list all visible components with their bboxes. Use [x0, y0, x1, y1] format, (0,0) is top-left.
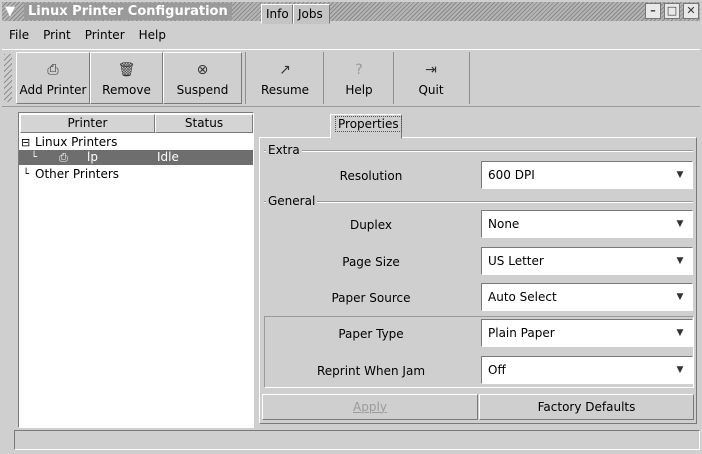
- tree-group-other-printers[interactable]: └ Other Printers: [19, 167, 253, 182]
- label-resolution: Resolution: [339, 169, 403, 183]
- group-label-extra: Extra: [266, 143, 302, 157]
- toolbar-separator: [245, 52, 246, 104]
- toolbar: ⎙ Add Printer 🗑 Remove ⊗ Suspend ↗ Resum…: [2, 49, 700, 107]
- help-button[interactable]: ? Help: [328, 52, 390, 104]
- window-title: Linux Printer Configuration: [24, 3, 232, 20]
- tree-row-printer-lp[interactable]: └ ⎙ lp Idle: [19, 150, 253, 165]
- page-size-select[interactable]: US Letter ▼: [481, 247, 693, 275]
- close-icon[interactable]: ✕: [683, 3, 699, 19]
- label-paper-source: Paper Source: [331, 291, 411, 305]
- tab-info[interactable]: Info: [261, 4, 293, 24]
- add-printer-button[interactable]: ⎙ Add Printer: [16, 52, 90, 104]
- chevron-down-icon[interactable]: ▼: [672, 215, 688, 233]
- factory-defaults-button[interactable]: Factory Defaults: [479, 394, 694, 420]
- stop-icon: ⊗: [196, 62, 209, 78]
- label-reprint-when-jam: Reprint When Jam: [316, 364, 426, 378]
- minimize-icon[interactable]: –: [645, 3, 661, 19]
- maximize-icon[interactable]: □: [664, 3, 680, 19]
- title-bar[interactable]: ▼ Linux Printer Configuration – □ ✕: [2, 2, 700, 21]
- printer-add-icon: ⎙: [47, 62, 59, 78]
- column-header-printer[interactable]: Printer: [20, 114, 155, 133]
- quit-button[interactable]: ⇥ Quit: [398, 52, 464, 104]
- tree-branch: └: [23, 169, 30, 180]
- menu-file[interactable]: File: [2, 24, 36, 46]
- collapse-icon[interactable]: ⊟: [21, 135, 30, 150]
- status-bar: [14, 430, 700, 450]
- label-page-size: Page Size: [342, 255, 400, 269]
- printer-tree[interactable]: Printer Status ⊟ Linux Printers └ ⎙ lp I…: [18, 112, 254, 428]
- menu-printer[interactable]: Printer: [78, 24, 132, 46]
- group-divider: [264, 201, 693, 203]
- exit-icon: ⇥: [425, 62, 437, 78]
- group-divider: [264, 150, 693, 152]
- tab-jobs[interactable]: Jobs: [293, 4, 330, 24]
- toolbar-separator: [393, 52, 394, 104]
- printer-status: Idle: [157, 150, 179, 164]
- printer-icon: ⎙: [59, 151, 68, 164]
- suspend-button[interactable]: ⊗ Suspend: [163, 52, 242, 104]
- resume-button[interactable]: ↗ Resume: [250, 52, 320, 104]
- tree-group-linux-printers[interactable]: ⊟ Linux Printers: [19, 135, 253, 150]
- toolbar-separator: [323, 52, 324, 104]
- paper-type-select[interactable]: Plain Paper ▼: [481, 319, 693, 347]
- column-header-status[interactable]: Status: [155, 114, 253, 133]
- chevron-down-icon[interactable]: ▼: [672, 252, 688, 270]
- toolbar-separator: [469, 52, 470, 104]
- resume-arrow-icon: ↗: [279, 62, 291, 78]
- duplex-select[interactable]: None ▼: [481, 210, 693, 238]
- chevron-down-icon[interactable]: ▼: [672, 166, 688, 184]
- trash-icon: 🗑: [117, 62, 136, 78]
- menu-help[interactable]: Help: [132, 24, 173, 46]
- label-duplex: Duplex: [349, 218, 393, 232]
- resolution-select[interactable]: 600 DPI ▼: [481, 161, 693, 189]
- window-menu-icon[interactable]: ▼: [5, 4, 20, 19]
- menu-print[interactable]: Print: [36, 24, 78, 46]
- chevron-down-icon[interactable]: ▼: [672, 288, 688, 306]
- label-paper-type: Paper Type: [338, 327, 404, 341]
- main-window: ▼ Linux Printer Configuration – □ ✕ File…: [0, 0, 702, 454]
- tree-branch: └: [31, 152, 38, 163]
- paper-source-select[interactable]: Auto Select ▼: [481, 283, 693, 311]
- menu-bar: File Print Printer Help: [2, 24, 700, 46]
- printer-name: lp: [87, 150, 98, 164]
- help-icon: ?: [355, 62, 363, 78]
- chevron-down-icon[interactable]: ▼: [672, 361, 688, 379]
- remove-button[interactable]: 🗑 Remove: [90, 52, 163, 104]
- toolbar-grip[interactable]: [4, 54, 12, 102]
- group-label-general: General: [266, 194, 318, 208]
- reprint-when-jam-select[interactable]: Off ▼: [481, 356, 693, 384]
- chevron-down-icon[interactable]: ▼: [672, 324, 688, 342]
- apply-button[interactable]: Apply: [262, 394, 478, 420]
- tab-properties[interactable]: Properties: [330, 114, 402, 139]
